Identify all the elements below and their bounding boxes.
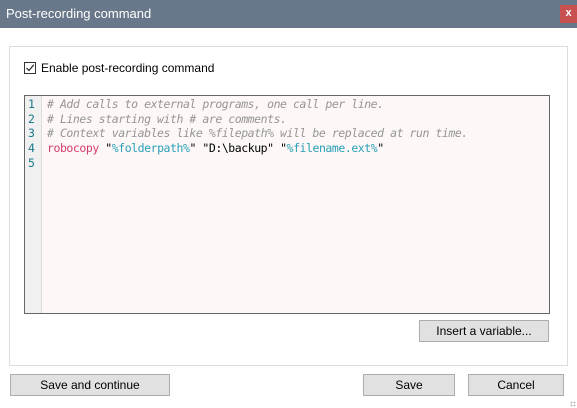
code-line: # Lines starting with # are comments. <box>47 112 287 126</box>
enable-checkbox[interactable] <box>24 62 36 74</box>
insert-variable-button[interactable]: Insert a variable... <box>419 320 549 342</box>
command-keyword: robocopy <box>47 141 99 155</box>
save-button[interactable]: Save <box>363 374 455 396</box>
checkmark-icon <box>26 64 35 72</box>
line-number: 4 <box>28 141 35 155</box>
variable-token: %filename.ext% <box>286 141 378 155</box>
title-bar: Post-recording command <box>0 0 577 28</box>
line-number: 2 <box>28 112 35 126</box>
line-number: 3 <box>28 126 35 140</box>
line-number: 1 <box>28 97 35 111</box>
code-line: robocopy "%folderpath%" "D:\backup" "%fi… <box>47 141 384 155</box>
resize-grip-icon[interactable] <box>570 401 576 407</box>
window-title: Post-recording command <box>6 6 152 21</box>
command-editor[interactable]: 1 2 3 4 5 # Add calls to external progra… <box>24 95 550 314</box>
line-number-gutter: 1 2 3 4 5 <box>25 96 42 313</box>
quote: " <box>377 141 384 155</box>
line-number: 5 <box>28 156 35 170</box>
code-line: # Context variables like %filepath% will… <box>47 126 468 140</box>
variable-token: %folderpath% <box>111 141 190 155</box>
enable-checkbox-label[interactable]: Enable post-recording command <box>41 61 214 75</box>
close-button[interactable]: x <box>560 5 577 23</box>
cancel-button[interactable]: Cancel <box>468 374 564 396</box>
save-and-continue-button[interactable]: Save and continue <box>10 374 170 396</box>
code-line: # Add calls to external programs, one ca… <box>47 97 384 111</box>
path-argument: "D:\backup" <box>195 141 281 155</box>
